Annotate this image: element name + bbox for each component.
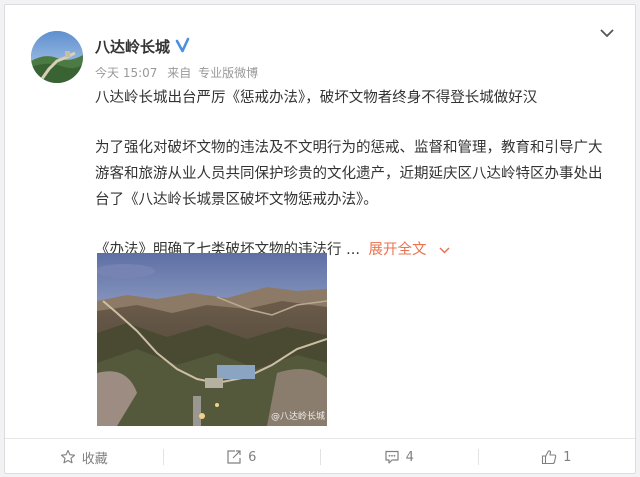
user-name[interactable]: 八达岭长城 — [95, 36, 170, 57]
repost-count: 6 — [248, 449, 257, 465]
star-icon — [60, 449, 75, 464]
repost-button[interactable]: 6 — [162, 439, 321, 475]
avatar[interactable] — [31, 31, 83, 83]
great-wall-photo — [97, 253, 327, 426]
chevron-down-icon[interactable] — [439, 246, 450, 254]
expand-full-text-link[interactable]: 展开全文 — [369, 242, 451, 258]
from-label: 来自 — [167, 66, 192, 80]
comment-icon — [385, 450, 399, 464]
comment-count: 4 — [405, 449, 414, 465]
comment-button[interactable]: 4 — [320, 439, 478, 475]
expand-label[interactable]: 展开全文 — [369, 242, 427, 258]
post-source[interactable]: 专业版微博 — [198, 66, 258, 80]
like-icon — [542, 450, 557, 465]
weibo-post-card: 八达岭长城 今天 15:07 来自 专业版微博 八达岭长城出台严厉《惩戒办法》，… — [4, 4, 636, 474]
favorite-label: 收藏 — [81, 451, 108, 467]
post-paragraph-line: 台了《八达岭长城景区破坏文物惩戒办法》。 — [95, 192, 378, 208]
repost-icon — [227, 450, 241, 464]
favorite-button[interactable]: 收藏 — [5, 439, 163, 475]
like-button[interactable]: 1 — [477, 439, 636, 475]
avatar-great-wall-image — [31, 31, 83, 83]
post-image[interactable]: @八达岭长城 — [97, 253, 327, 426]
post-paragraph-line: 游客和旅游从业人员共同保护珍贵的文化遗产，近期延庆区八达岭特区办事处出 — [95, 166, 603, 182]
action-bar: 收藏 6 4 1 — [5, 438, 635, 475]
verified-icon — [175, 37, 190, 53]
post-meta: 今天 15:07 来自 专业版微博 — [95, 64, 264, 81]
post-time[interactable]: 今天 15:07 — [95, 66, 157, 80]
like-count: 1 — [563, 449, 572, 465]
post-paragraph-line: 为了强化对破坏文物的违法及不文明行为的惩戒、监督和管理，教育和引导广大 — [95, 140, 603, 156]
chevron-down-icon[interactable] — [599, 27, 615, 39]
post-headline: 八达岭长城出台严厉《惩戒办法》，破坏文物者终身不得登长城做好汉 — [95, 90, 538, 106]
post-text: 八达岭长城出台严厉《惩戒办法》，破坏文物者终身不得登长城做好汉 为了强化对破坏文… — [95, 85, 627, 263]
image-watermark: @八达岭长城 — [270, 412, 325, 422]
